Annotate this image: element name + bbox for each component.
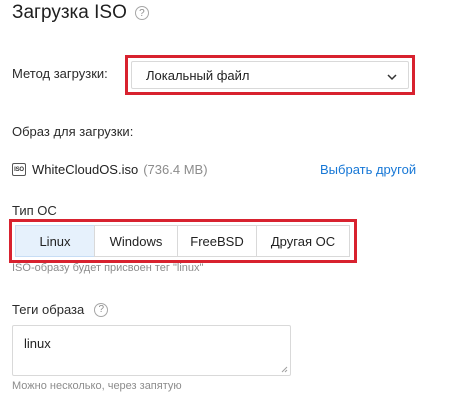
os-option-other[interactable]: Другая ОС	[256, 225, 350, 257]
chevron-down-icon	[387, 74, 397, 81]
help-icon[interactable]: ?	[94, 302, 109, 317]
selected-file: ISO WhiteCloudOS.iso (736.4 MB)	[12, 162, 208, 177]
image-tags-header: Теги образа ?	[12, 302, 109, 317]
file-name: WhiteCloudOS.iso	[32, 162, 139, 177]
upload-method-highlight: Локальный файл	[125, 55, 415, 95]
image-tags-hint: Можно несколько, через запятую	[12, 380, 182, 392]
os-type-label: Тип ОС	[12, 203, 57, 218]
os-option-linux[interactable]: Linux	[15, 225, 95, 257]
os-type-hint: ISO-образу будет присвоен тег "linux"	[12, 262, 204, 274]
file-size: (736.4 MB)	[143, 162, 208, 177]
os-option-freebsd[interactable]: FreeBSD	[177, 225, 257, 257]
os-type-highlight: Linux Windows FreeBSD Другая ОС	[9, 219, 357, 263]
upload-method-value: Локальный файл	[146, 67, 250, 83]
image-label: Образ для загрузки:	[12, 124, 134, 139]
os-type-segmented-control: Linux Windows FreeBSD Другая ОС	[15, 225, 350, 257]
upload-method-label: Метод загрузки:	[12, 66, 108, 81]
upload-method-select[interactable]: Локальный файл	[131, 61, 409, 89]
page-title: Загрузка ISO ?	[12, 2, 149, 24]
os-option-windows[interactable]: Windows	[94, 225, 178, 257]
image-tags-value: linux	[24, 336, 51, 351]
help-icon[interactable]: ?	[134, 6, 149, 20]
image-tags-label: Теги образа	[12, 302, 85, 317]
resize-handle-icon[interactable]	[281, 366, 288, 373]
page-title-text: Загрузка ISO	[12, 2, 127, 23]
iso-file-icon: ISO	[12, 163, 26, 176]
choose-another-link[interactable]: Выбрать другой	[320, 162, 416, 177]
image-tags-textarea[interactable]: linux	[12, 325, 291, 376]
